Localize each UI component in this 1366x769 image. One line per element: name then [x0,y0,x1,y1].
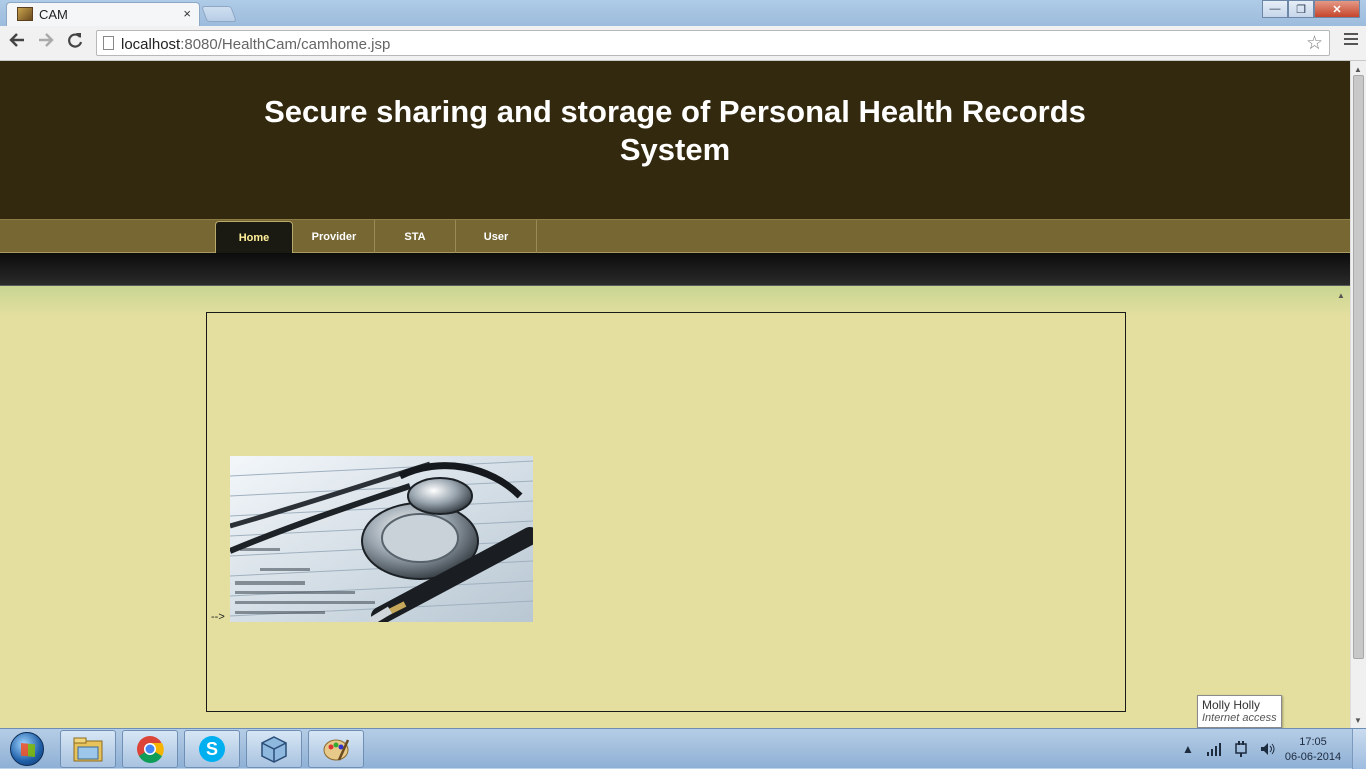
windows-explorer-icon [73,737,103,762]
scroll-down-icon[interactable]: ▼ [1354,716,1362,725]
browser-tab[interactable]: CAM × [6,2,200,26]
address-bar[interactable]: localhost:8080/HealthCam/camhome.jsp ☆ [96,30,1330,56]
show-desktop-button[interactable] [1352,729,1366,769]
paint-icon [323,739,350,761]
url-host: localhost [121,36,181,53]
skype-taskbar-button[interactable]: S [184,730,240,768]
tab-favicon-icon [17,7,33,21]
stethoscope-image [230,456,533,622]
show-hidden-icons-icon[interactable]: ▲ [1182,742,1194,756]
system-tray: ▲ [1176,729,1282,769]
windows-taskbar: S ▲ 17:05 06-06-2014 [0,728,1366,769]
network-tooltip: Molly Holly Internet access [1197,695,1282,728]
maximize-button[interactable]: ❐ [1288,0,1314,18]
clock-time: 17:05 [1299,736,1327,748]
sub-header-bar [0,253,1350,286]
inner-scroll-up-icon[interactable]: ▲ [1337,291,1345,300]
virtualbox-taskbar-button[interactable] [246,730,302,768]
chrome-icon [137,736,164,763]
nav-sta[interactable]: STA [375,220,456,253]
tooltip-network-status: Internet access [1202,712,1277,724]
site-title: Secure sharing and storage of Personal H… [225,93,1125,169]
page-icon [103,36,114,50]
page-scrollbar[interactable]: ▲ ▼ [1350,61,1366,728]
tab-close-icon[interactable]: × [183,6,191,21]
virtualbox-icon [261,736,287,763]
forward-arrow-icon[interactable] [34,31,58,55]
site-title-line2: System [619,132,731,167]
new-tab-button[interactable] [201,6,237,22]
reload-icon[interactable] [63,31,87,55]
site-title-line1: Secure sharing and storage of Personal H… [264,94,1086,129]
nav-provider[interactable]: Provider [294,220,375,253]
windows-start-icon [10,732,44,766]
scroll-thumb[interactable] [1353,75,1364,659]
main-nav: Home Provider STA User [0,219,1350,253]
back-arrow-icon[interactable] [5,31,29,55]
url-path: :8080/HealthCam/camhome.jsp [180,36,391,53]
window-controls: — ❐ ✕ [1262,0,1360,18]
page-viewport: Secure sharing and storage of Personal H… [0,61,1350,728]
minimize-button[interactable]: — [1262,0,1288,18]
tooltip-network-name: Molly Holly [1202,698,1261,712]
close-window-button[interactable]: ✕ [1314,0,1360,18]
system-clock[interactable]: 17:05 06-06-2014 [1278,735,1348,765]
tab-title: CAM [39,7,68,22]
explorer-taskbar-button[interactable] [60,730,116,768]
volume-icon[interactable] [1260,742,1276,756]
star-icon[interactable]: ☆ [1306,32,1323,55]
scroll-up-icon[interactable]: ▲ [1354,65,1362,74]
nav-home[interactable]: Home [215,221,293,253]
comment-arrow-text: --> [211,611,225,623]
url-text: localhost:8080/HealthCam/camhome.jsp [121,36,390,53]
nav-user[interactable]: User [456,220,537,253]
signal-icon[interactable] [1206,742,1222,756]
start-button[interactable] [2,730,52,768]
chrome-taskbar-button[interactable] [122,730,178,768]
site-header: Secure sharing and storage of Personal H… [0,61,1350,219]
skype-icon: S [199,736,225,762]
power-plug-icon[interactable] [1234,741,1248,757]
clock-date: 06-06-2014 [1284,751,1342,763]
paint-taskbar-button[interactable] [308,730,364,768]
browser-tabstrip: CAM × — ❐ ✕ [0,0,1366,26]
hamburger-menu-icon[interactable] [1344,33,1358,48]
svg-text:S: S [206,739,218,759]
browser-toolbar: localhost:8080/HealthCam/camhome.jsp ☆ [0,26,1366,61]
